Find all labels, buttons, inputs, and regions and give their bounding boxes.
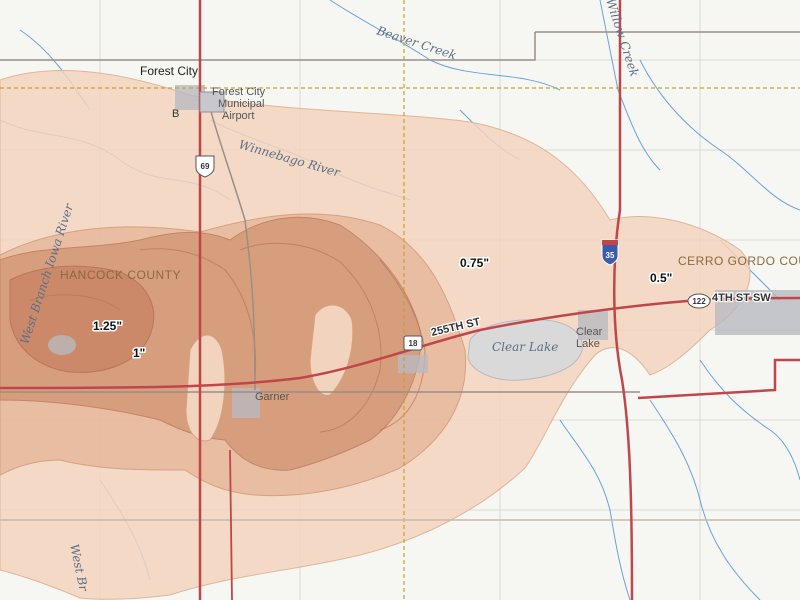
precipitation-map[interactable]: B Forest City Forest City Municipal Airp… bbox=[0, 0, 800, 600]
precip-label-0-75: 0.75" bbox=[460, 256, 489, 270]
i-35-shield-text: 35 bbox=[606, 251, 615, 260]
ia-18-shield-icon[interactable]: 18 bbox=[403, 335, 423, 351]
map-canvas[interactable]: B Forest City Forest City Municipal Airp… bbox=[0, 0, 800, 600]
rt-122-shield-text: 122 bbox=[692, 297, 706, 306]
hancock-county-label: HANCOCK COUNTY bbox=[60, 268, 181, 282]
forest-city-label[interactable]: Forest City bbox=[140, 64, 198, 78]
us-69-shield-icon[interactable]: 69 bbox=[195, 155, 215, 178]
clear-lake-label: Clear Lake bbox=[492, 340, 558, 354]
i-35-shield-icon[interactable]: 35 bbox=[601, 239, 619, 266]
cerro-gordo-county-label: CERRO GORDO COU bbox=[678, 254, 800, 268]
airport-label-1[interactable]: Forest City bbox=[212, 86, 266, 98]
airport-label-3[interactable]: Airport bbox=[222, 110, 254, 122]
airport-label-2[interactable]: Municipal bbox=[218, 98, 264, 110]
clear-lake-town-label-2[interactable]: Lake bbox=[576, 338, 600, 350]
precip-label-1: 1" bbox=[133, 346, 145, 360]
precip-label-1-25: 1.25" bbox=[93, 319, 122, 333]
garner-label[interactable]: Garner bbox=[255, 391, 290, 403]
airport-b-label: B bbox=[172, 108, 179, 120]
clear-lake-town-label-1[interactable]: Clear bbox=[576, 326, 603, 338]
precip-label-0-5: 0.5" bbox=[650, 271, 672, 285]
small-lake-west bbox=[48, 335, 76, 355]
4th-st-sw-label: 4TH ST SW bbox=[712, 292, 771, 304]
rt-122-shield-icon[interactable]: 122 bbox=[687, 293, 711, 309]
us-69-shield-text: 69 bbox=[201, 162, 210, 171]
ia-18-shield-text: 18 bbox=[409, 339, 418, 348]
